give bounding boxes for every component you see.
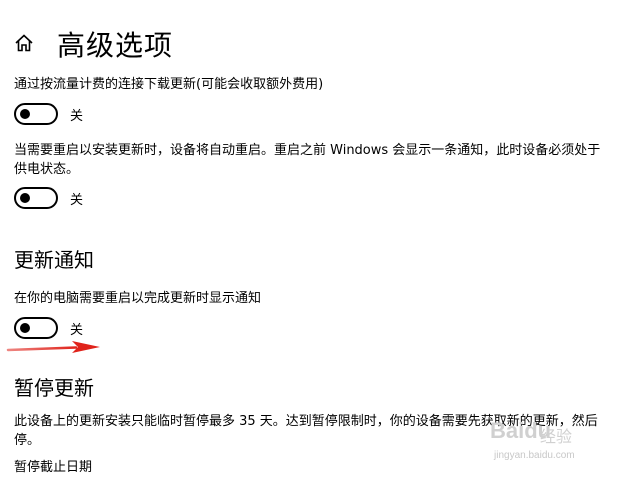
watermark-logo-subtext: 经验 xyxy=(540,427,573,446)
metered-download-description: 通过按流量计费的连接下载更新(可能会收取额外费用) xyxy=(14,77,324,92)
red-arrow-annotation xyxy=(6,341,100,353)
auto-restart-description-line2: 供电状态。 xyxy=(14,162,80,177)
restart-notice-state-label: 关 xyxy=(70,322,84,338)
watermark-url: jingyan.baidu.com xyxy=(494,450,575,461)
restart-notice-toggle[interactable] xyxy=(14,317,58,339)
section-title-update-notifications: 更新通知 xyxy=(14,248,94,272)
page-title: 高级选项 xyxy=(57,29,174,62)
toggle-knob xyxy=(20,109,30,119)
auto-restart-description-line1: 当需要重启以安装更新时，设备将自动重启。重启之前 Windows 会显示一条通知… xyxy=(14,143,601,158)
metered-download-toggle[interactable] xyxy=(14,103,58,125)
auto-restart-state-label: 关 xyxy=(70,192,84,208)
restart-notice-toggle-row[interactable]: 关 xyxy=(14,316,83,340)
auto-restart-toggle-row[interactable]: 关 xyxy=(14,186,83,210)
toggle-knob xyxy=(20,323,30,333)
section-title-pause-updates: 暂停更新 xyxy=(14,376,94,400)
metered-download-toggle-row[interactable]: 关 xyxy=(14,102,83,126)
restart-notice-description: 在你的电脑需要重启以完成更新时显示通知 xyxy=(14,291,262,306)
toggle-knob xyxy=(20,193,30,203)
metered-download-state-label: 关 xyxy=(70,108,84,124)
home-icon[interactable] xyxy=(14,33,34,53)
auto-restart-toggle[interactable] xyxy=(14,187,58,209)
